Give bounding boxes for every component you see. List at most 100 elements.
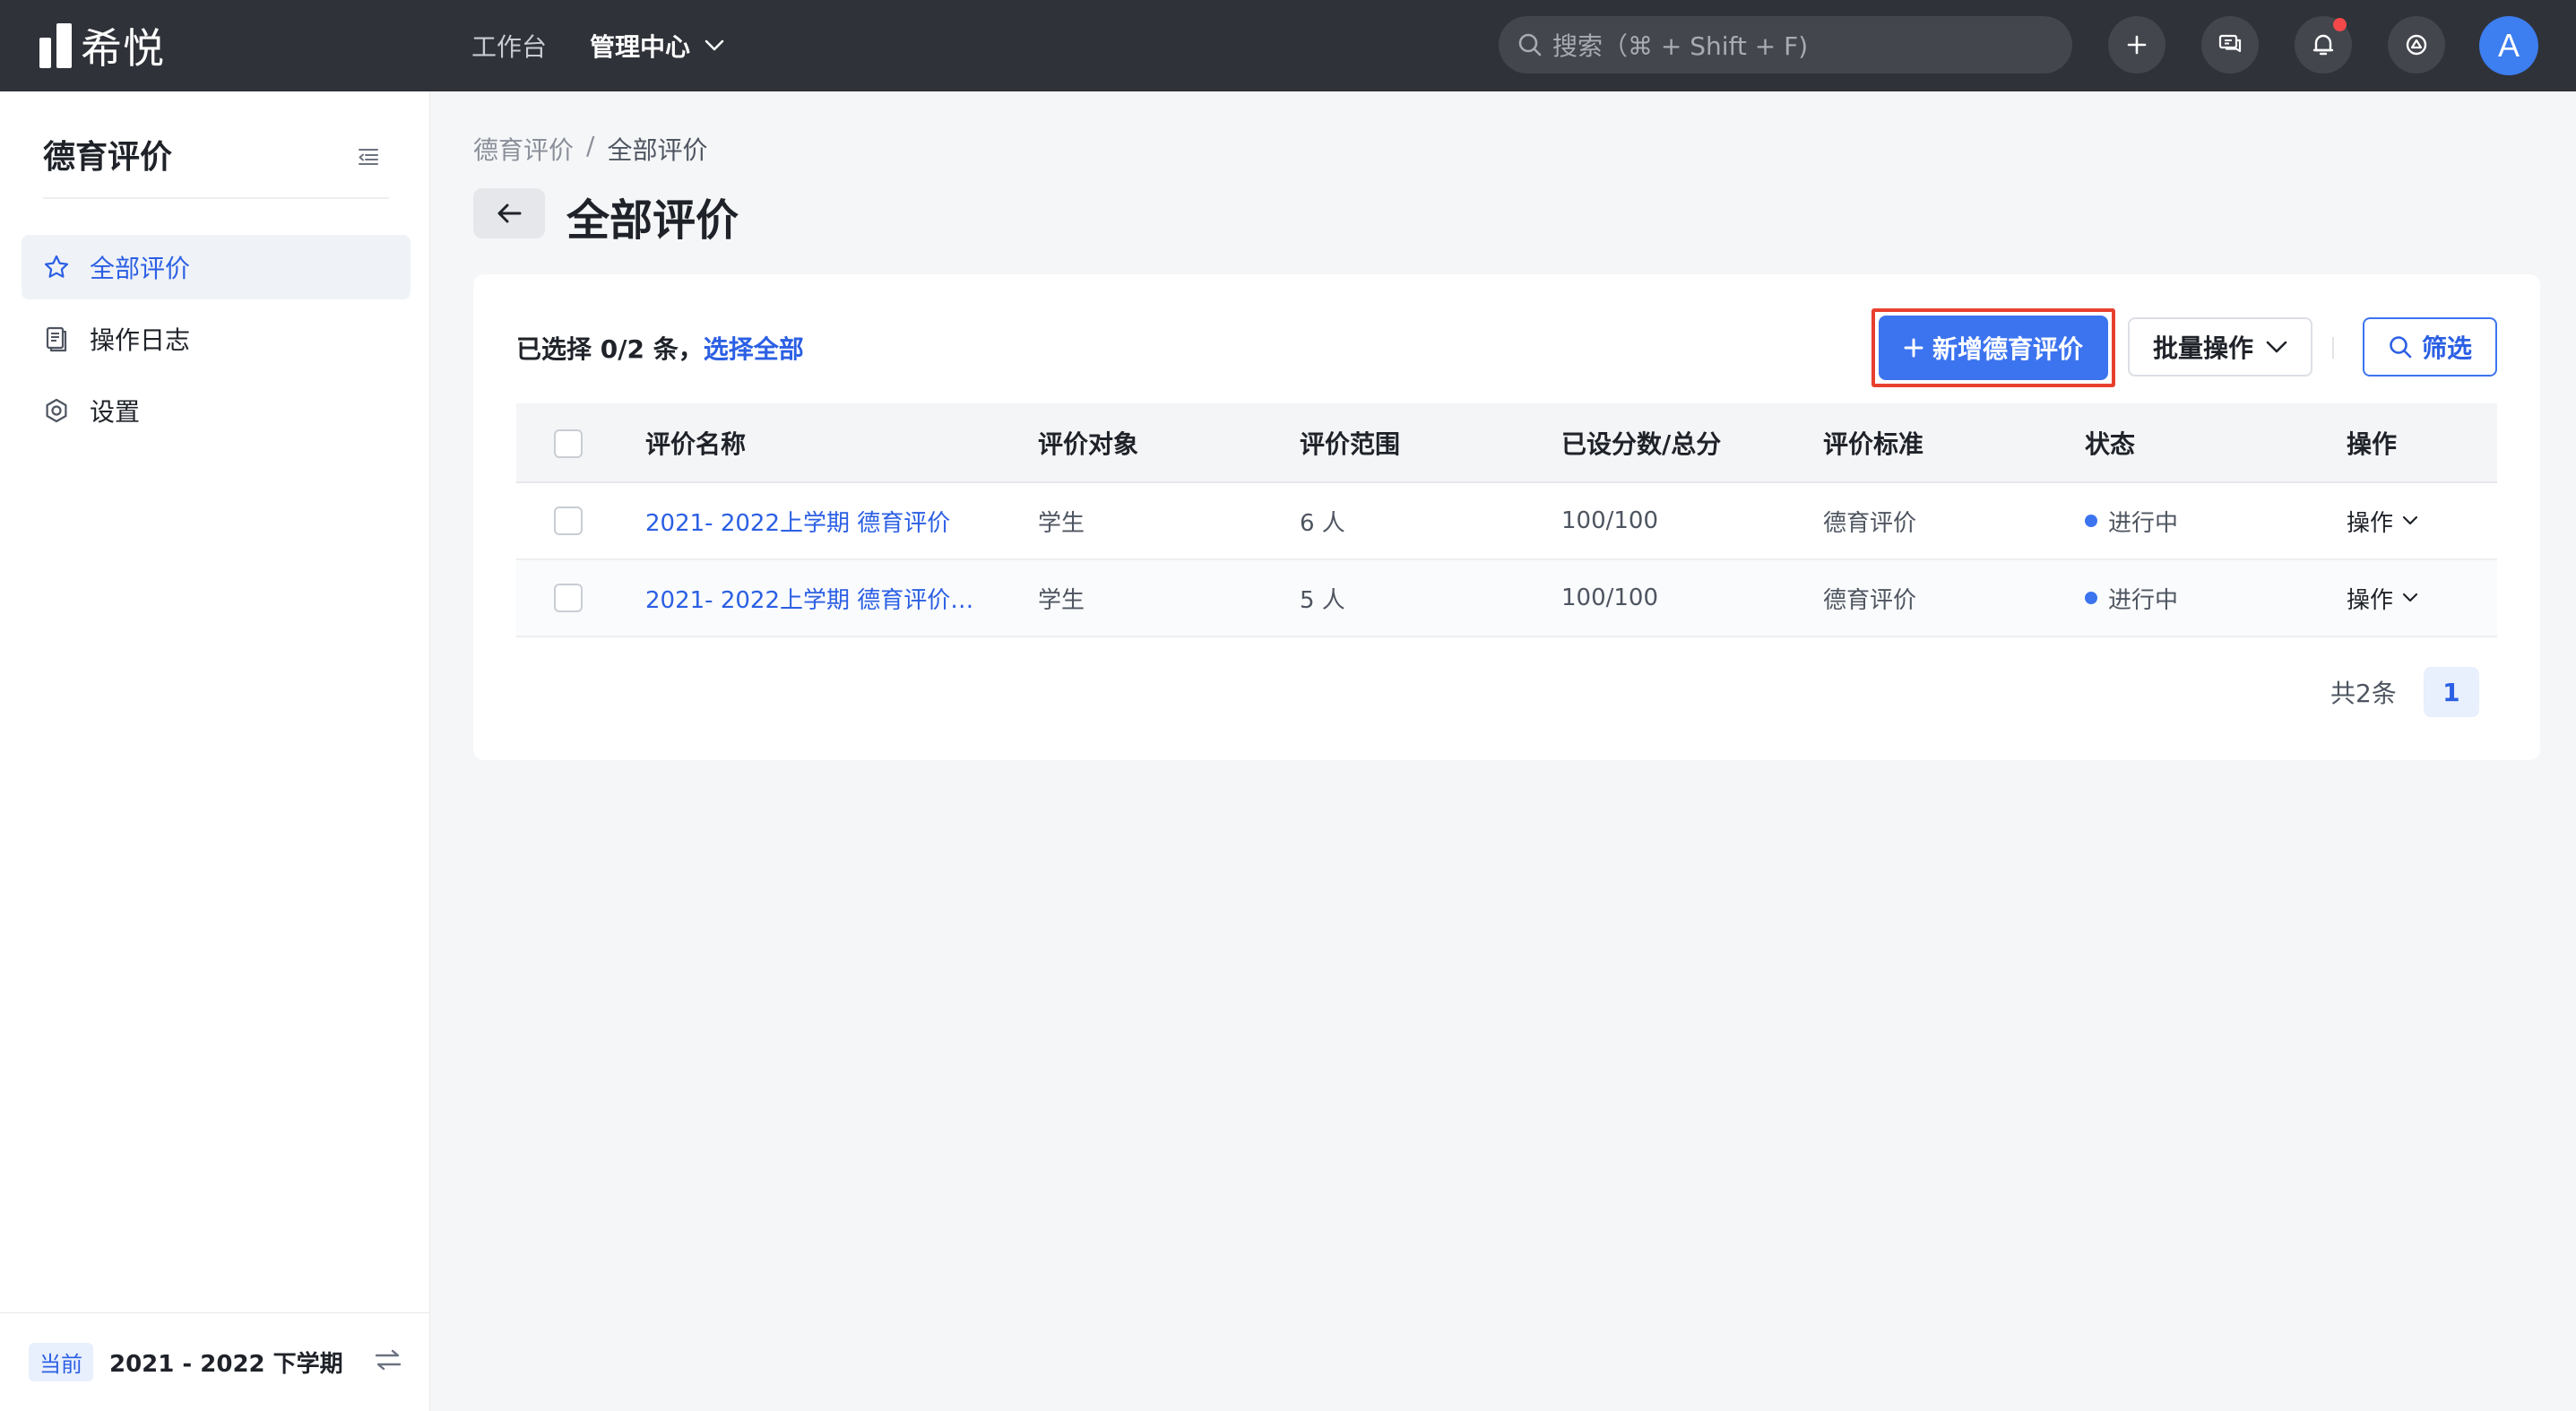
breadcrumb-separator: / [586, 131, 595, 160]
status-label: 进行中 [2108, 509, 2179, 537]
batch-operation-label: 批量操作 [2152, 333, 2253, 363]
swap-icon[interactable] [373, 1347, 403, 1372]
plus-icon [2127, 35, 2147, 55]
evaluation-name-link[interactable]: 2021- 2022上学期 德育评价… [645, 587, 973, 614]
breadcrumb-current: 全部评价 [607, 135, 708, 165]
search-icon [2390, 336, 2412, 359]
nav-admin-center[interactable]: 管理中心 [590, 28, 724, 64]
log-icon [46, 326, 67, 352]
nav-admin-center-label: 管理中心 [590, 32, 691, 62]
column-header: 已设分数/总分 [1561, 403, 1823, 483]
table-header-row: 评价名称 评价对象 评价范围 已设分数/总分 评价标准 状态 操作 [516, 403, 2497, 483]
plus-icon [1904, 338, 1923, 358]
add-evaluation-button[interactable]: 新增德育评价 [1879, 316, 2108, 380]
notification-dot [2333, 18, 2347, 31]
global-search[interactable]: 搜索（⌘ + Shift + F) [1499, 16, 2072, 74]
row-action-dropdown[interactable]: 操作 [2347, 505, 2418, 538]
chevron-down-icon [2402, 515, 2418, 525]
page-button-1[interactable]: 1 [2423, 667, 2479, 717]
sidebar-item-all-evaluations[interactable]: 全部评价 [22, 235, 411, 299]
status-dot [2085, 515, 2097, 527]
page-title: 全部评价 [566, 195, 739, 246]
table-row: 2021- 2022上学期 德育评价 学生 6 人 100/100 德育评价 进… [516, 482, 2497, 560]
logo-icon [39, 23, 72, 68]
table-row: 2021- 2022上学期 德育评价… 学生 5 人 100/100 德育评价 … [516, 559, 2497, 637]
column-header: 评价名称 [645, 403, 1038, 483]
app-logo[interactable]: 希悦 [39, 22, 165, 73]
row-checkbox[interactable] [554, 506, 583, 535]
sidebar-item-label: 操作日志 [90, 325, 191, 355]
arrow-left-icon [497, 203, 522, 223]
notifications-button[interactable] [2295, 16, 2352, 74]
row-action-label: 操作 [2347, 586, 2394, 614]
evaluation-scope: 5 人 [1300, 559, 1561, 637]
back-button[interactable] [473, 188, 545, 238]
star-icon [44, 255, 69, 278]
chat-icon [2218, 34, 2242, 53]
evaluation-standard: 德育评价 [1823, 482, 2085, 560]
current-term-badge: 当前 [29, 1343, 93, 1381]
filter-label: 筛选 [2421, 333, 2472, 363]
sidebar-title: 德育评价 [43, 139, 173, 176]
add-evaluation-label: 新增德育评价 [1932, 334, 2083, 364]
evaluation-name-link[interactable]: 2021- 2022上学期 德育评价 [645, 510, 950, 537]
gear-icon [46, 398, 67, 423]
breadcrumb-parent[interactable]: 德育评价 [473, 131, 574, 167]
messages-button[interactable] [2201, 16, 2259, 74]
toolbar-divider [2332, 337, 2334, 359]
term-switcher: 当前 2021 - 2022 下学期 [0, 1312, 430, 1411]
row-checkbox[interactable] [554, 584, 583, 612]
chevron-down-icon [2402, 593, 2418, 602]
column-header: 评价标准 [1823, 403, 2085, 483]
sidebar-item-label: 设置 [90, 397, 141, 427]
row-action-dropdown[interactable]: 操作 [2347, 582, 2418, 615]
chevron-down-icon [2266, 341, 2287, 353]
app-switch-button[interactable] [2388, 16, 2445, 74]
evaluation-score: 100/100 [1561, 482, 1823, 560]
selection-info: 已选择 0/2 条，选择全部 [516, 330, 804, 366]
sidebar-item-label: 全部评价 [90, 254, 191, 283]
current-term: 2021 - 2022 下学期 [109, 1351, 343, 1378]
total-count: 共2条 [2330, 679, 2397, 708]
selection-count: 已选择 0/2 条， [516, 334, 704, 364]
collapse-sidebar-icon[interactable] [357, 145, 380, 169]
sidebar-item-operation-log[interactable]: 操作日志 [22, 307, 411, 371]
search-placeholder: 搜索（⌘ + Shift + F) [1552, 31, 1809, 61]
status-label: 进行中 [2108, 586, 2179, 614]
evaluation-standard: 德育评价 [1823, 559, 2085, 637]
status-badge: 进行中 [2085, 582, 2178, 615]
nav-workbench[interactable]: 工作台 [471, 28, 547, 64]
chevron-down-icon [705, 39, 724, 51]
evaluation-target: 学生 [1038, 559, 1300, 637]
compass-icon [2406, 34, 2427, 56]
evaluation-table: 评价名称 评价对象 评价范围 已设分数/总分 评价标准 状态 操作 2021- … [516, 403, 2497, 637]
search-icon [1518, 33, 1542, 56]
status-badge: 进行中 [2085, 505, 2178, 538]
select-all-checkbox[interactable] [554, 428, 583, 458]
bell-icon [2312, 34, 2334, 56]
batch-operation-dropdown[interactable]: 批量操作 [2128, 317, 2312, 377]
filter-button[interactable]: 筛选 [2363, 317, 2497, 377]
user-avatar[interactable]: A [2479, 16, 2538, 75]
status-dot [2085, 592, 2097, 604]
evaluation-list-card: 已选择 0/2 条，选择全部 新增德育评价 批量操作 筛选 评价名称 评价对象 … [473, 274, 2540, 760]
sidebar-item-settings[interactable]: 设置 [22, 378, 411, 443]
create-button[interactable] [2108, 16, 2165, 74]
sidebar-header: 德育评价 [43, 131, 389, 199]
row-action-label: 操作 [2347, 509, 2394, 537]
top-bar: 希悦 工作台 管理中心 搜索（⌘ + Shift + F) A [0, 0, 2576, 91]
evaluation-target: 学生 [1038, 482, 1300, 560]
logo-text: 希悦 [81, 24, 165, 73]
top-nav: 工作台 管理中心 [471, 0, 724, 91]
column-header: 评价对象 [1038, 403, 1300, 483]
column-header: 状态 [2085, 403, 2347, 483]
sidebar-menu: 全部评价 操作日志 设置 [22, 235, 411, 450]
breadcrumb: 德育评价 / 全部评价 [473, 131, 707, 167]
column-header: 评价范围 [1300, 403, 1561, 483]
sidebar: 德育评价 全部评价 操作日志 设置 当前 2021 - 2022 下学期 [0, 91, 430, 1411]
column-header: 操作 [2347, 403, 2497, 483]
select-all-link[interactable]: 选择全部 [704, 334, 804, 364]
evaluation-scope: 6 人 [1300, 482, 1561, 560]
evaluation-score: 100/100 [1561, 559, 1823, 637]
pagination: 共2条 1 [2330, 667, 2479, 717]
